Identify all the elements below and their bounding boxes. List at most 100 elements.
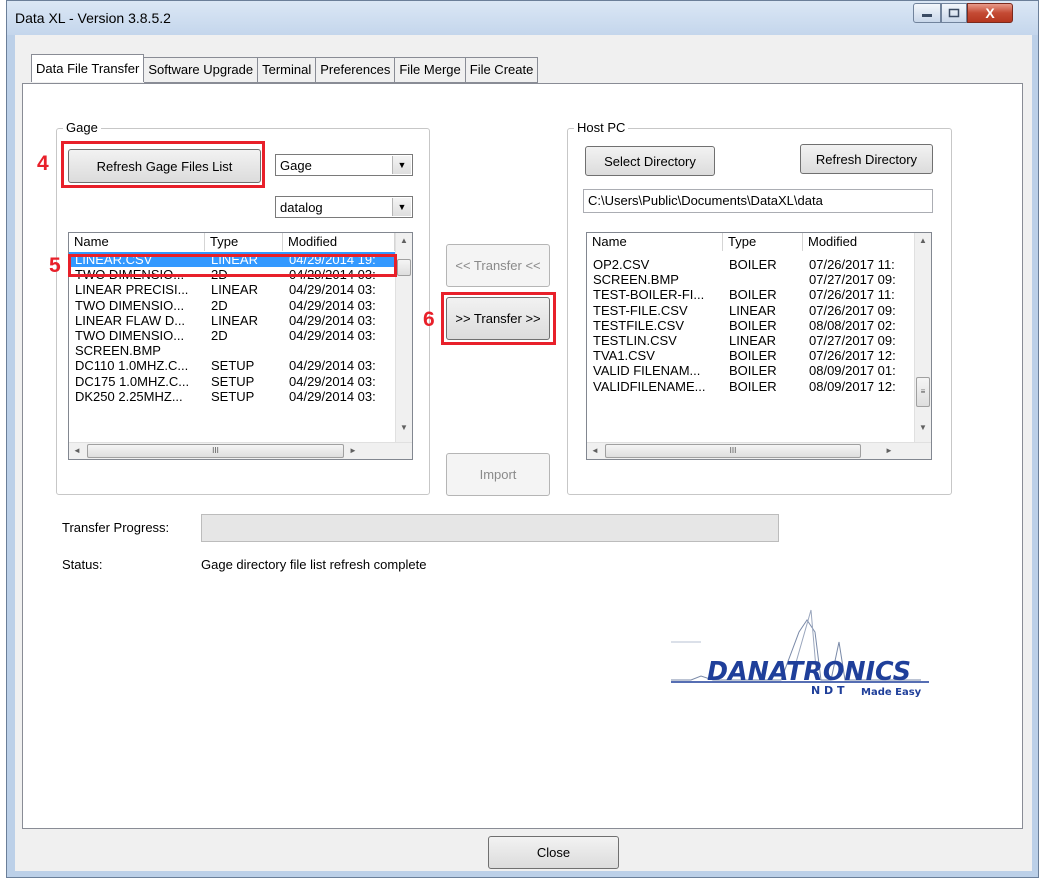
gage-list-vscrollbar[interactable]: ▲ ▼: [395, 233, 412, 443]
gage-group-label: Gage: [63, 120, 101, 135]
scroll-down-arrow-icon[interactable]: ▼: [919, 423, 927, 432]
cell-type: LINEAR: [729, 302, 776, 318]
table-row[interactable]: TEST-FILE.CSV LINEAR 07/26/2017 09:: [587, 303, 915, 318]
cell-modified: 07/26/2017 11:: [809, 287, 895, 303]
refresh-directory-button[interactable]: Refresh Directory: [800, 144, 933, 174]
scroll-left-arrow-icon[interactable]: ◄: [73, 446, 81, 455]
table-row[interactable]: TESTLIN.CSV LINEAR 07/27/2017 09:: [587, 333, 915, 348]
cell-name: OP2.CSV: [593, 257, 650, 272]
cell-name: SCREEN.BMP: [593, 272, 679, 288]
gage-list-vscroll-thumb[interactable]: [397, 259, 411, 276]
cell-type: BOILER: [729, 348, 777, 364]
table-row[interactable]: OP2.CSV BOILER 07/26/2017 11:: [587, 257, 915, 272]
table-row[interactable]: LINEAR PRECISI... LINEAR 04/29/2014 03:: [69, 282, 395, 297]
minimize-button[interactable]: [913, 3, 941, 23]
gage-list-hscroll-thumb[interactable]: III: [87, 444, 344, 458]
table-row[interactable]: SCREEN.BMP 07/27/2017 09:: [587, 272, 915, 287]
tab-preferences[interactable]: Preferences: [316, 57, 396, 83]
cell-name: TWO DIMENSIO...: [75, 327, 185, 343]
cell-type: BOILER: [729, 287, 777, 303]
close-window-button[interactable]: X: [967, 3, 1013, 23]
gage-device-select[interactable]: Gage ▼: [275, 154, 413, 176]
table-row[interactable]: TWO DIMENSIO... 2D 04/29/2014 03:: [69, 298, 395, 313]
close-button[interactable]: Close: [488, 836, 619, 869]
cell-modified: 04/29/2014 03:: [289, 327, 376, 343]
cell-name: TEST-FILE.CSV: [593, 302, 688, 318]
cell-name: TEST-BOILER-FI...: [593, 287, 705, 303]
cell-name: DC175 1.0MHZ.C...: [75, 373, 190, 389]
host-list-vscroll-thumb[interactable]: ≡: [916, 377, 930, 407]
scroll-down-arrow-icon[interactable]: ▼: [400, 423, 408, 432]
tab-data-file-transfer[interactable]: Data File Transfer: [31, 54, 145, 82]
host-directory-path-input[interactable]: C:\Users\Public\Documents\DataXL\data: [583, 189, 933, 213]
host-list-hscrollbar[interactable]: ◄ III ►: [587, 442, 931, 459]
table-row[interactable]: TESTFILE.CSV BOILER 08/08/2017 02:: [587, 318, 915, 333]
logo-brand: DANATRONICS: [707, 657, 911, 687]
import-button[interactable]: Import: [446, 453, 550, 496]
table-row[interactable]: DC110 1.0MHZ.C... SETUP 04/29/2014 03:: [69, 358, 395, 373]
annotation-highlight-6: [441, 292, 556, 345]
logo-graphic: DANATRONICS N D T Made Easy: [671, 609, 929, 698]
cell-modified: 04/29/2014 03:: [289, 297, 376, 313]
host-list-hscroll-thumb[interactable]: III: [605, 444, 861, 458]
tab-file-create[interactable]: File Create: [465, 57, 539, 83]
cell-type: SETUP: [211, 373, 255, 389]
cell-type: BOILER: [729, 363, 777, 379]
transfer-to-gage-button[interactable]: << Transfer <<: [446, 244, 550, 287]
table-row[interactable]: TEST-BOILER-FI... BOILER 07/26/2017 11:: [587, 287, 915, 302]
column-header-name[interactable]: Name: [587, 233, 723, 251]
chevron-down-icon[interactable]: ▼: [392, 156, 411, 174]
table-row[interactable]: VALID FILENAM... BOILER 08/09/2017 01:: [587, 363, 915, 378]
scroll-up-arrow-icon[interactable]: ▲: [919, 236, 927, 245]
column-header-type[interactable]: Type: [205, 233, 283, 251]
table-row[interactable]: TVA1.CSV BOILER 07/26/2017 12:: [587, 348, 915, 363]
cell-name: SCREEN.BMP: [75, 343, 161, 359]
column-header-modified[interactable]: Modified: [283, 233, 395, 251]
cell-type: [723, 272, 803, 287]
window-title: Data XL - Version 3.8.5.2: [15, 10, 171, 26]
scroll-right-arrow-icon[interactable]: ►: [349, 446, 357, 455]
annotation-highlight-4: [61, 141, 265, 188]
annotation-label-6: 6: [423, 308, 435, 331]
table-row[interactable]: VALIDFILENAME... BOILER 08/09/2017 12:: [587, 379, 915, 394]
scroll-left-arrow-icon[interactable]: ◄: [591, 446, 599, 455]
cell-name: TESTLIN.CSV: [593, 332, 677, 348]
cell-name: TVA1.CSV: [593, 348, 655, 364]
cell-type: BOILER: [729, 378, 777, 394]
table-row[interactable]: LINEAR FLAW D... LINEAR 04/29/2014 03:: [69, 313, 395, 328]
cell-type: 2D: [211, 327, 228, 343]
gage-list-hscrollbar[interactable]: ◄ III ►: [69, 442, 412, 459]
tab-terminal[interactable]: Terminal: [258, 57, 317, 83]
annotation-highlight-5: [68, 254, 397, 277]
column-header-modified[interactable]: Modified: [803, 233, 915, 251]
transfer-progress-label: Transfer Progress:: [62, 520, 170, 535]
title-bar[interactable]: Data XL - Version 3.8.5.2 X: [7, 1, 1038, 35]
cell-modified: 08/09/2017 01:: [809, 363, 896, 379]
cell-modified: [283, 343, 395, 358]
tab-software-upgrade[interactable]: Software Upgrade: [144, 57, 259, 83]
annotation-label-5: 5: [49, 254, 61, 277]
host-file-list[interactable]: Name Type Modified OP2.CSV BOILER 07/26/20…: [586, 232, 932, 460]
cell-modified: 04/29/2014 03:: [289, 358, 376, 374]
select-directory-button[interactable]: Select Directory: [585, 146, 715, 176]
table-row[interactable]: TWO DIMENSIO... 2D 04/29/2014 03:: [69, 328, 395, 343]
column-header-type[interactable]: Type: [723, 233, 803, 251]
maximize-button[interactable]: [941, 3, 967, 23]
cell-type: BOILER: [729, 317, 777, 333]
column-header-name[interactable]: Name: [69, 233, 205, 251]
scroll-up-arrow-icon[interactable]: ▲: [400, 236, 408, 245]
table-row[interactable]: DC175 1.0MHZ.C... SETUP 04/29/2014 03:: [69, 374, 395, 389]
table-row[interactable]: SCREEN.BMP: [69, 343, 395, 358]
chevron-down-icon[interactable]: ▼: [392, 198, 411, 216]
tab-file-merge[interactable]: File Merge: [395, 57, 466, 83]
cell-type: SETUP: [211, 388, 255, 404]
host-list-vscrollbar[interactable]: ▲ ≡ ▼: [914, 233, 931, 443]
scroll-right-arrow-icon[interactable]: ►: [885, 446, 893, 455]
table-row[interactable]: DK250 2.25MHZ... SETUP 04/29/2014 03:: [69, 389, 395, 404]
cell-modified: 07/26/2017 11:: [809, 257, 895, 272]
tab-strip: Data File Transfer Software Upgrade Term…: [31, 54, 539, 83]
close-icon: X: [985, 5, 995, 21]
gage-folder-select[interactable]: datalog ▼: [275, 196, 413, 218]
cell-type: BOILER: [729, 257, 777, 272]
cell-modified: 04/29/2014 03:: [289, 282, 376, 298]
